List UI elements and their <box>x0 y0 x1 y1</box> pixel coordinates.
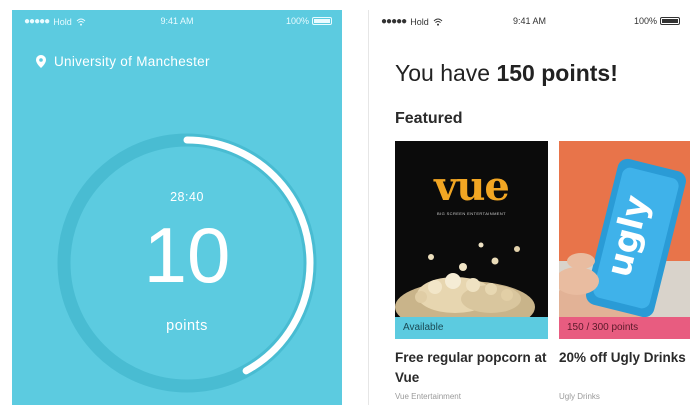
countdown-timer: 28:40 <box>170 190 204 204</box>
points-timer-screen: ●●●●● Hold 9:41 AM 100% University of Ma… <box>12 10 342 405</box>
battery-icon <box>312 17 332 25</box>
featured-section-title: Featured <box>395 110 463 127</box>
reward-card-vue[interactable]: vue BIG SCREEN ENTERTAINMENT Available <box>395 141 548 339</box>
vue-logo: vue <box>434 163 510 210</box>
battery-icon <box>660 17 680 25</box>
battery-indicator: 100% <box>634 16 680 26</box>
status-bar: ●●●●● Hold 9:41 AM 100% <box>369 10 690 32</box>
points-value: 10 <box>143 211 231 299</box>
points-headline: You have 150 points! <box>395 60 618 87</box>
points-progress-ring: 28:40 10 points <box>42 118 332 405</box>
location-text: University of Manchester <box>54 54 210 69</box>
reward-title-ugly[interactable]: 20% off Ugly Drinks <box>559 348 690 368</box>
reward-title-vue[interactable]: Free regular popcorn at Vue <box>395 348 555 388</box>
reward-subtitle-vue: Vue Entertainment <box>395 392 461 401</box>
points-label: points <box>166 318 208 334</box>
reward-card-ugly[interactable]: ugly 150 / 300 points <box>559 141 690 339</box>
vue-tagline: BIG SCREEN ENTERTAINMENT <box>436 211 506 216</box>
headline-points: 150 points! <box>496 60 618 86</box>
rewards-screen: ●●●●● Hold 9:41 AM 100% You have 150 poi… <box>368 10 690 405</box>
status-bar: ●●●●● Hold 9:41 AM 100% <box>12 10 342 32</box>
battery-label: 100% <box>285 16 309 26</box>
popcorn-image <box>395 242 535 317</box>
battery-label: 100% <box>633 16 657 26</box>
availability-tag: Available <box>395 317 548 339</box>
location-label[interactable]: University of Manchester <box>36 54 210 69</box>
points-progress-tag: 150 / 300 points <box>559 317 690 339</box>
reward-subtitle-ugly: Ugly Drinks <box>559 392 600 401</box>
ugly-can-image: ugly <box>559 141 690 339</box>
headline-prefix: You have <box>395 60 497 86</box>
location-pin-icon <box>36 55 46 68</box>
battery-indicator: 100% <box>286 16 332 26</box>
